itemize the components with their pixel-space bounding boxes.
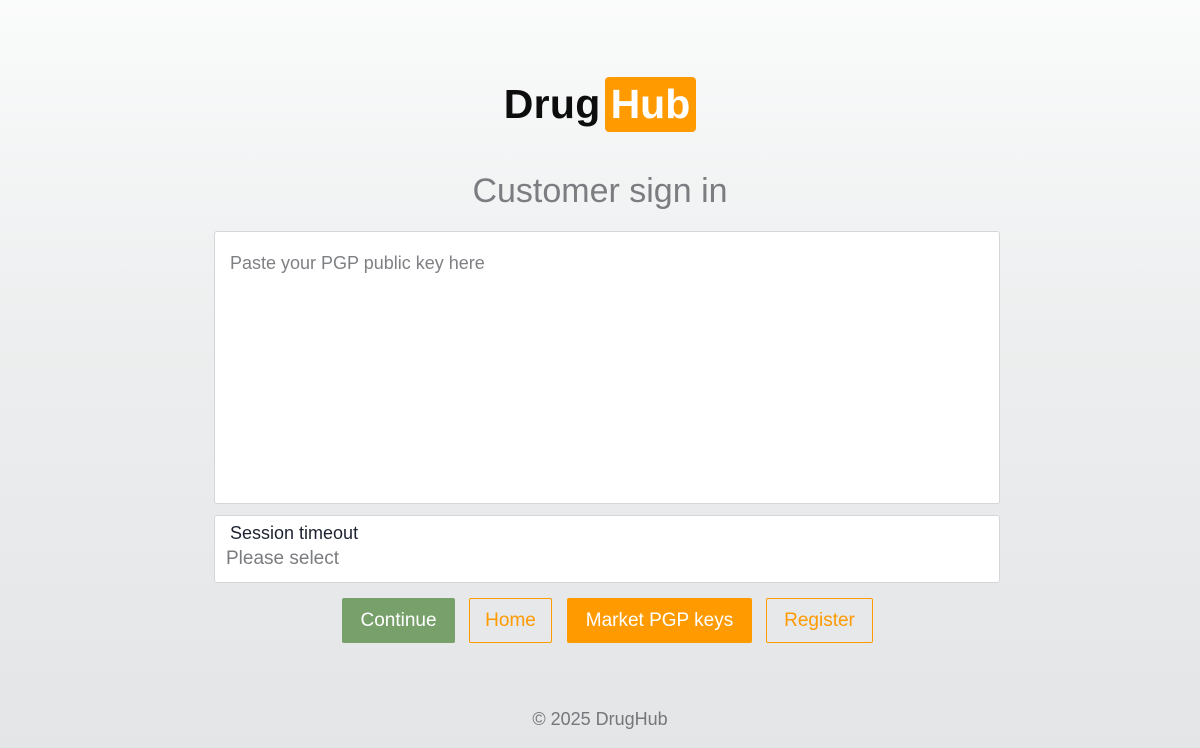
site-logo[interactable]: Drug Hub [0, 76, 1200, 132]
home-button[interactable]: Home [469, 598, 552, 643]
session-timeout-value[interactable]: Please select [226, 549, 339, 569]
continue-button[interactable]: Continue [342, 598, 455, 643]
logo-text-drug: Drug [503, 81, 601, 127]
action-buttons: Continue Home Market PGP keys Register [0, 598, 1200, 643]
market-pgp-keys-button[interactable]: Market PGP keys [567, 598, 752, 643]
pgp-key-input[interactable] [214, 231, 1000, 504]
session-timeout-label: Session timeout [230, 523, 359, 543]
footer-copyright: © 2025 DrugHub [532, 709, 668, 729]
page-title: Customer sign in [472, 172, 728, 210]
register-button[interactable]: Register [766, 598, 873, 643]
session-timeout-select[interactable]: Session timeout Please select [214, 515, 1000, 583]
logo-text-hub: Hub [604, 76, 697, 132]
